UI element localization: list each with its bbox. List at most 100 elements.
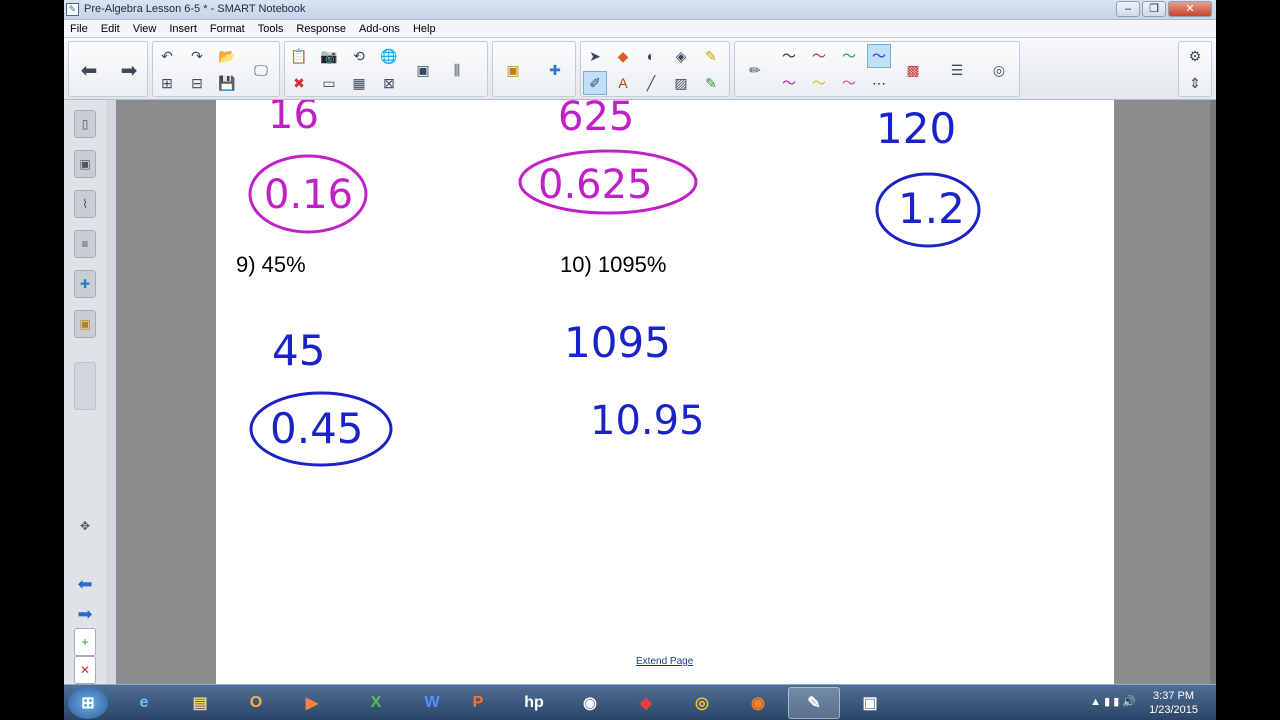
menu-view[interactable]: View [133, 23, 157, 35]
side-tabs: ▯ ▣ ⌇ ≡ ✚ ▣ ✥ ⬅ ➡ + ✕ [64, 100, 116, 684]
screen-shade-icon[interactable]: ▭ [317, 71, 341, 95]
outlook-icon[interactable]: O [230, 687, 282, 719]
side-scrollbar[interactable] [106, 100, 116, 684]
ink-answer-12: 1.2 [898, 184, 965, 233]
rotate-icon[interactable]: ⟲ [347, 44, 371, 68]
pen-green-icon[interactable]: 〜 [837, 44, 861, 68]
hp-icon[interactable]: hp [508, 687, 560, 719]
extend-page-link[interactable]: Extend Page [636, 656, 693, 667]
pen-yellow-icon[interactable]: 〜 [807, 71, 831, 95]
explorer-icon[interactable]: ▤ [174, 687, 226, 719]
save-icon[interactable]: 💾 [215, 71, 239, 95]
line-icon[interactable]: ╱ [639, 71, 663, 95]
redo-icon[interactable]: ↷ [185, 44, 209, 68]
delete-page-icon[interactable]: ⊟ [185, 71, 209, 95]
close-doc-icon[interactable]: ⊠ [377, 71, 401, 95]
addon-puzzle-icon[interactable]: ✚ [543, 58, 567, 82]
menu-file[interactable]: File [70, 23, 88, 35]
pen-dashed-icon[interactable]: ⋯ [867, 71, 891, 95]
pen-blue-icon[interactable]: 〜 [867, 44, 891, 68]
ie-icon[interactable]: e [118, 687, 170, 719]
eraser-icon[interactable]: ◐ [639, 44, 663, 68]
color-palette-icon[interactable]: ▩ [901, 58, 925, 82]
page-scrollbar[interactable] [1210, 100, 1216, 684]
menu-addons[interactable]: Add-ons [359, 23, 400, 35]
pen-pink-icon[interactable]: 〜 [837, 71, 861, 95]
smart-notebook-icon[interactable]: ✎ [788, 687, 840, 719]
shapes-icon[interactable]: ◆ [611, 44, 635, 68]
undo-icon[interactable]: ↶ [155, 44, 179, 68]
menu-tools[interactable]: Tools [258, 23, 284, 35]
page-sorter-icon[interactable]: ▯ [74, 110, 96, 138]
pens-icon[interactable]: ✐ [583, 71, 607, 95]
fill-icon[interactable]: ◈ [669, 44, 693, 68]
web-icon[interactable]: 🌐 [377, 44, 401, 68]
add-page-icon[interactable]: ⊞ [155, 71, 179, 95]
skype-icon[interactable]: ◉ [564, 687, 616, 719]
move-toolbar-icon[interactable]: ⇕ [1183, 71, 1207, 95]
powerpoint-icon[interactable]: P [452, 687, 504, 719]
excel-icon[interactable]: X [350, 687, 402, 719]
edit-group: ↶ ↷ 📂 ⊞ ⊟ 💾 🖵 [152, 41, 280, 97]
lesson-tab-icon[interactable]: ▣ [74, 310, 96, 338]
magic-pen-icon[interactable]: ▨ [669, 71, 693, 95]
open-folder-icon[interactable]: 📂 [215, 44, 239, 68]
paste-icon[interactable]: 📋 [287, 44, 311, 68]
delete-page-side-icon[interactable]: ✕ [74, 656, 96, 684]
document-camera-icon[interactable]: ▣ [411, 58, 435, 82]
chrome-icon[interactable]: ◎ [676, 687, 728, 719]
word-icon[interactable]: W [406, 687, 458, 719]
pen-black-icon[interactable]: 〜 [777, 44, 801, 68]
text-icon[interactable]: A [611, 71, 635, 95]
menu-edit[interactable]: Edit [101, 23, 120, 35]
app-red-icon[interactable]: ◆ [620, 687, 672, 719]
select-icon[interactable]: ➤ [583, 44, 607, 68]
attachments-icon[interactable]: ⌇ [74, 190, 96, 218]
menu-help[interactable]: Help [413, 23, 436, 35]
properties-icon[interactable]: ≡ [74, 230, 96, 258]
system-tray[interactable]: ▲ ▮ ▮ 🔊 [1090, 695, 1136, 708]
menu-format[interactable]: Format [210, 23, 245, 35]
transparency-icon[interactable]: ◎ [987, 58, 1011, 82]
clicker-icon[interactable]: ⫼ [445, 58, 469, 82]
display-icon[interactable]: 🖵 [249, 58, 273, 82]
minimize-button[interactable]: – [1116, 1, 1140, 17]
creative-pen-icon[interactable]: ✎ [699, 71, 723, 95]
page-canvas[interactable]: 16 0.16 625 0.625 120 1.2 9) 45% 10) 109… [216, 100, 1114, 684]
forward-icon[interactable]: ➡ [117, 58, 141, 82]
page-group: 📋 📷 ⟲ 🌐 ✖ ▭ ▦ ⊠ ▣ ⫼ [284, 41, 488, 97]
taskbar: ⊞ e ▤ O ▶ X W P hp ◉ ◆ ◎ ◉ ✎ ▣ ▲ ▮ ▮ 🔊 3… [64, 684, 1216, 720]
add-page-side-icon[interactable]: + [74, 628, 96, 656]
close-button[interactable]: ✕ [1168, 1, 1212, 17]
highlighter-icon[interactable]: ✎ [699, 44, 723, 68]
pen-magenta-icon[interactable]: 〜 [777, 71, 801, 95]
back-icon[interactable]: ⬅ [77, 58, 101, 82]
line-weight-icon[interactable]: ☰ [945, 58, 969, 82]
clock[interactable]: 3:37 PM 1/23/2015 [1149, 689, 1198, 717]
menu-insert[interactable]: Insert [169, 23, 197, 35]
clock-time: 3:37 PM [1153, 690, 1195, 702]
problem-10: 10) 1095% [560, 252, 667, 277]
ink-work-625: 625 [558, 100, 635, 140]
table-icon[interactable]: ▦ [347, 71, 371, 95]
gear-icon[interactable]: ⚙ [1183, 44, 1207, 68]
gallery-icon[interactable]: ▣ [74, 150, 96, 178]
start-button[interactable]: ⊞ [68, 687, 108, 719]
title-bar: ✎ Pre-Algebra Lesson 6-5 * - SMART Noteb… [64, 0, 1216, 20]
pen-red-icon[interactable]: 〜 [807, 44, 831, 68]
next-page-icon[interactable]: ➡ [74, 600, 96, 628]
window-title: Pre-Algebra Lesson 6-5 * - SMART Noteboo… [84, 3, 306, 15]
menu-response[interactable]: Response [296, 23, 346, 35]
hidden-tab-icon[interactable] [74, 362, 96, 410]
media-player-icon[interactable]: ▶ [286, 687, 338, 719]
previous-page-icon[interactable]: ⬅ [74, 570, 96, 598]
ink-work-120: 120 [876, 104, 957, 153]
smart-tools-icon[interactable]: ▣ [844, 687, 896, 719]
maximize-button[interactable]: ❐ [1142, 1, 1166, 17]
firefox-icon[interactable]: ◉ [732, 687, 784, 719]
pen-tool-icon[interactable]: ✏ [743, 58, 767, 82]
lesson-activity-icon[interactable]: ▣ [501, 58, 525, 82]
screen-capture-icon[interactable]: 📷 [317, 44, 341, 68]
delete-icon[interactable]: ✖ [287, 71, 311, 95]
addons-tab-icon[interactable]: ✚ [74, 270, 96, 298]
